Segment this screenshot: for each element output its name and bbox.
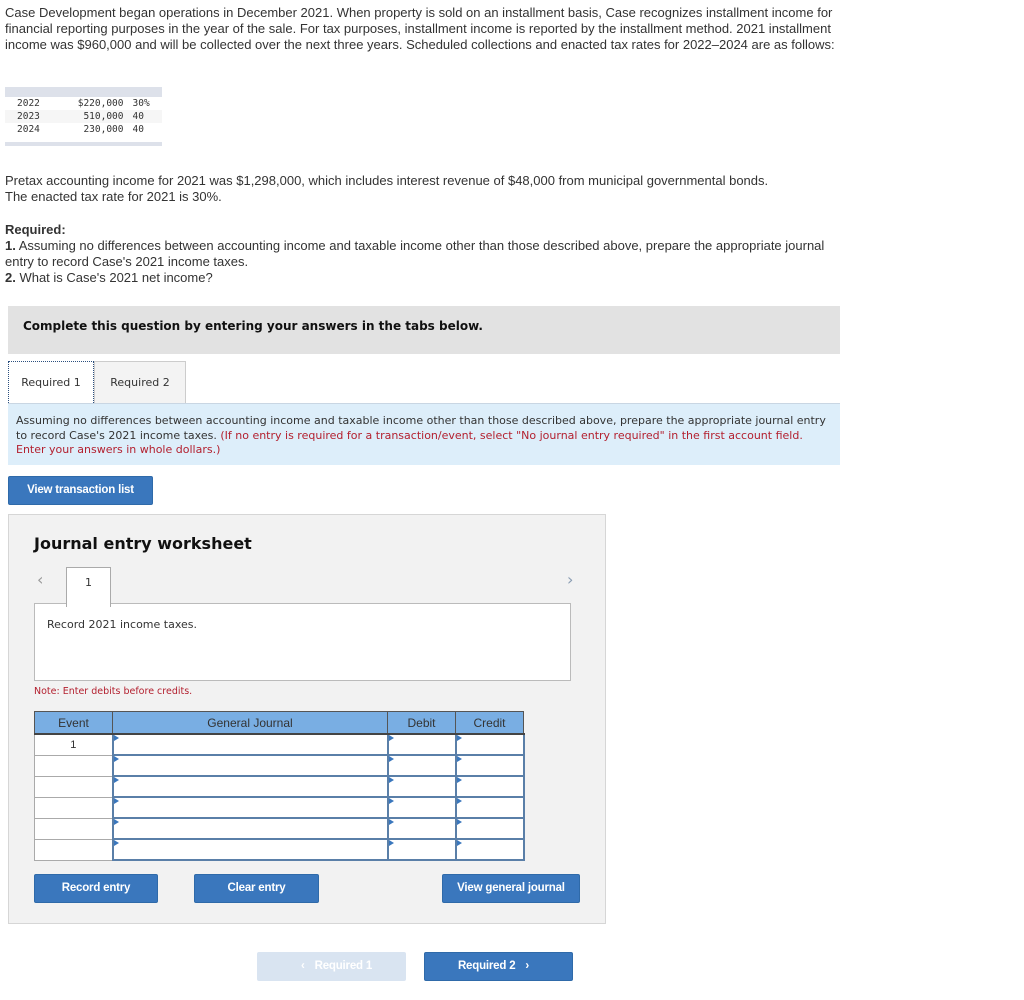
schedule-row: 2024 230,000 40 — [5, 123, 162, 136]
worksheet-note: Note: Enter debits before credits. — [34, 686, 193, 697]
event-cell — [34, 754, 113, 777]
journal-row — [34, 775, 525, 798]
event-cell — [34, 838, 113, 861]
debit-input[interactable] — [386, 733, 457, 756]
tab-panel-text: Assuming no differences between accounti… — [16, 414, 831, 458]
record-entry-button[interactable]: Record entry — [34, 874, 158, 903]
debit-input[interactable] — [386, 838, 457, 861]
view-transaction-list-button[interactable]: View transaction list — [8, 476, 153, 505]
tab-panel-instructions: Assuming no differences between accounti… — [8, 403, 840, 465]
debit-input[interactable] — [386, 754, 457, 777]
schedule-rate: 40 — [126, 110, 162, 123]
credit-input[interactable] — [454, 733, 525, 756]
worksheet-page-tab[interactable]: 1 — [66, 567, 111, 607]
event-cell — [34, 796, 113, 819]
schedule-row: 2022 $220,000 30% — [5, 97, 162, 110]
account-select[interactable] — [111, 754, 389, 777]
debit-input[interactable] — [386, 775, 457, 798]
tab-required-2[interactable]: Required 2 — [94, 361, 186, 403]
pretax-paragraph: Pretax accounting income for 2021 was $1… — [5, 173, 865, 205]
requirement-2-text: What is Case's 2021 net income? — [15, 270, 213, 285]
column-header-event: Event — [34, 711, 113, 735]
credit-input[interactable] — [454, 754, 525, 777]
schedule-year: 2023 — [5, 110, 57, 123]
schedule-amount: $220,000 — [77, 98, 124, 109]
instruction-bar: Complete this question by entering your … — [8, 306, 840, 354]
event-cell: 1 — [34, 733, 113, 756]
required-section: Required: 1. Assuming no differences bet… — [5, 222, 845, 286]
event-cell — [34, 817, 113, 840]
account-select[interactable] — [111, 796, 389, 819]
requirement-2-number: 2. — [5, 270, 16, 285]
chevron-right-icon: › — [525, 960, 530, 972]
journal-row — [34, 838, 525, 861]
worksheet-description: Record 2021 income taxes. — [47, 618, 197, 631]
schedule-amount: 230,000 — [83, 124, 124, 135]
worksheet-title: Journal entry worksheet — [34, 534, 252, 553]
schedule-rate: 40 — [132, 124, 144, 135]
previous-required-label: Required 1 — [314, 960, 373, 972]
credit-input[interactable] — [454, 796, 525, 819]
journal-header-row: Event General Journal Debit Credit — [34, 711, 524, 735]
general-journal-table: Event General Journal Debit Credit 1 — [34, 711, 525, 861]
schedule-amount: 510,000 — [56, 110, 127, 123]
problem-intro: Case Development began operations in Dec… — [5, 5, 835, 52]
requirement-1-text: Assuming no differences between accounti… — [5, 238, 825, 269]
credit-input[interactable] — [454, 838, 525, 861]
journal-row — [34, 817, 525, 840]
journal-row — [34, 754, 525, 777]
requirement-1: 1. Assuming no differences between accou… — [5, 238, 845, 270]
account-select[interactable] — [111, 838, 389, 861]
requirement-2: 2. What is Case's 2021 net income? — [5, 270, 845, 286]
event-cell — [34, 775, 113, 798]
pretax-line-2: The enacted tax rate for 2021 is 30%. — [5, 189, 222, 204]
instruction-text: Complete this question by entering your … — [23, 319, 483, 333]
column-header-debit: Debit — [387, 711, 456, 735]
collections-schedule-table: 2022 $220,000 30% 2023 510,000 40 2024 2… — [5, 87, 162, 146]
required-title: Required: — [5, 222, 66, 237]
schedule-year: 2024 — [17, 124, 40, 135]
account-select[interactable] — [111, 775, 389, 798]
clear-entry-button[interactable]: Clear entry — [194, 874, 319, 903]
debit-input[interactable] — [386, 817, 457, 840]
column-header-general-journal: General Journal — [112, 711, 388, 735]
chevron-right-icon[interactable]: › — [567, 570, 573, 589]
account-select[interactable] — [111, 817, 389, 840]
journal-row: 1 — [34, 733, 525, 756]
tab-required-1[interactable]: Required 1 — [8, 361, 94, 403]
view-general-journal-button[interactable]: View general journal — [442, 874, 580, 903]
credit-input[interactable] — [454, 817, 525, 840]
worksheet-description-box: Record 2021 income taxes. — [34, 603, 571, 681]
journal-row — [34, 796, 525, 819]
credit-input[interactable] — [454, 775, 525, 798]
next-required-button[interactable]: Required 2 › — [424, 952, 573, 981]
pretax-line-1: Pretax accounting income for 2021 was $1… — [5, 173, 769, 188]
journal-entry-worksheet: Journal entry worksheet ‹ 1 › Record 202… — [8, 514, 606, 924]
debit-input[interactable] — [386, 796, 457, 819]
schedule-row: 2023 510,000 40 — [5, 110, 162, 123]
schedule-year: 2022 — [17, 98, 40, 109]
column-header-credit: Credit — [455, 711, 524, 735]
previous-required-button: ‹ Required 1 — [257, 952, 406, 981]
chevron-left-icon[interactable]: ‹ — [37, 570, 43, 589]
account-select[interactable] — [111, 733, 389, 756]
chevron-left-icon: ‹ — [300, 960, 305, 972]
requirement-1-number: 1. — [5, 238, 16, 253]
next-required-label: Required 2 — [457, 960, 516, 972]
schedule-rate: 30% — [132, 98, 150, 109]
